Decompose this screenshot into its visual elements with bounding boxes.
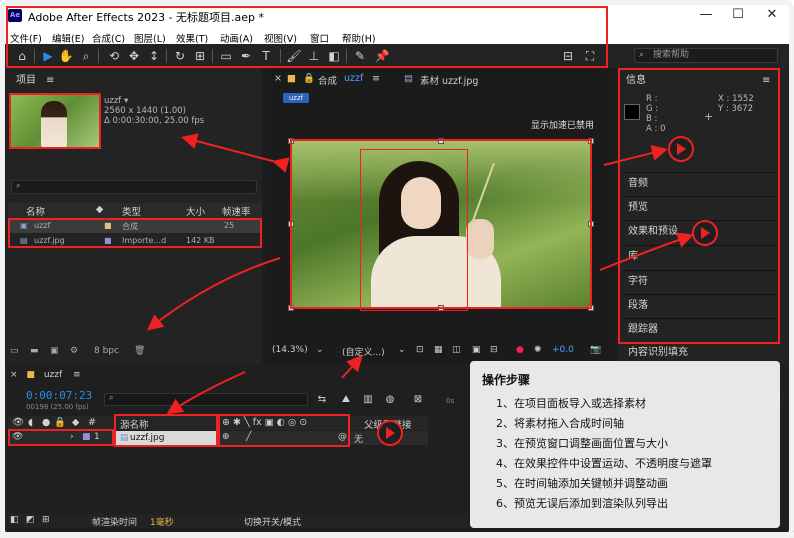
steps-callout: 操作步骤 1、在项目面板导入或选择素材 2、将素材拖入合成时间轴 3、在预览窗口… xyxy=(470,361,780,528)
step-item: 5、在时间轴添加关键帧并调整动画 xyxy=(496,477,668,490)
arrow-circle-icon xyxy=(377,420,403,446)
step-item: 1、在项目面板导入或选择素材 xyxy=(496,397,646,410)
step-item: 6、预览无误后添加到渲染队列导出 xyxy=(496,497,668,510)
steps-title: 操作步骤 xyxy=(482,373,531,387)
step-item: 2、将素材拖入合成时间轴 xyxy=(496,417,624,430)
step-item: 4、在效果控件中设置运动、不透明度与遮罩 xyxy=(496,457,712,470)
arrow-circle-icon xyxy=(668,136,694,162)
step-item: 3、在预览窗口调整画面位置与大小 xyxy=(496,437,668,450)
arrow-circle-icon xyxy=(692,220,718,246)
